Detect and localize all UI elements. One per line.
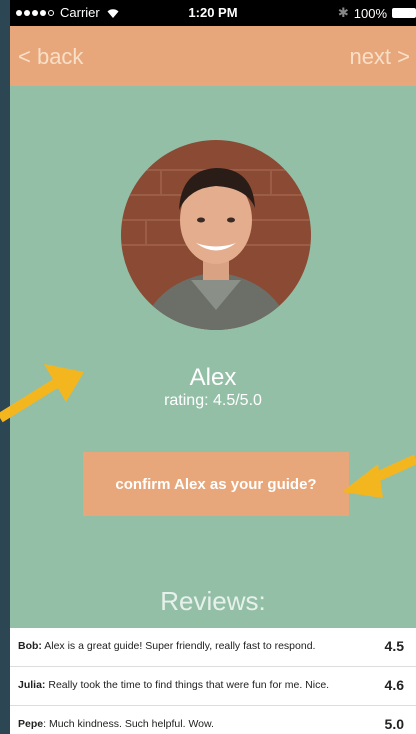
- review-text: Julia: Really took the time to find thin…: [18, 679, 329, 691]
- status-right: ✱ 100%: [338, 5, 416, 21]
- reviews-heading: Reviews:: [160, 586, 266, 616]
- review-row: Julia: Really took the time to find thin…: [10, 667, 416, 706]
- battery-label: 100%: [353, 5, 387, 21]
- nav-bar: < back next >: [10, 26, 416, 86]
- bluetooth-icon: ✱: [337, 5, 349, 20]
- battery-icon: [392, 8, 416, 18]
- review-text: Bob: Alex is a great guide! Super friend…: [18, 640, 315, 652]
- phone-screen: Carrier 1:20 PM ✱ 100% < back next > Ale…: [10, 0, 416, 734]
- reviews-list: Bob: Alex is a great guide! Super friend…: [10, 628, 416, 734]
- guide-avatar: [121, 140, 311, 330]
- review-body: Alex is a great guide! Super friendly, r…: [41, 640, 316, 652]
- review-body: : Much kindness. Such helpful. Wow.: [43, 718, 214, 730]
- review-score: 4.6: [384, 677, 404, 693]
- review-score: 4.5: [384, 638, 404, 654]
- back-button[interactable]: < back: [18, 44, 83, 70]
- review-score: 5.0: [384, 716, 404, 732]
- review-author: Julia:: [18, 679, 46, 691]
- left-edge-strip: [0, 0, 10, 734]
- guide-rating: rating: 4.5/5.0: [164, 392, 262, 409]
- review-text: Pepe: Much kindness. Such helpful. Wow.: [18, 718, 214, 730]
- status-bar: Carrier 1:20 PM ✱ 100%: [10, 0, 416, 26]
- guide-name: Alex: [189, 364, 237, 391]
- next-button[interactable]: next >: [349, 44, 410, 70]
- confirm-guide-button[interactable]: confirm Alex as your guide?: [83, 452, 349, 516]
- review-row: Bob: Alex is a great guide! Super friend…: [10, 628, 416, 667]
- review-author: Pepe: [18, 718, 44, 730]
- review-row: Pepe: Much kindness. Such helpful. Wow. …: [10, 706, 416, 734]
- review-body: Really took the time to find things that…: [45, 679, 330, 691]
- review-author: Bob:: [18, 640, 42, 652]
- avatar-photo: [121, 140, 311, 330]
